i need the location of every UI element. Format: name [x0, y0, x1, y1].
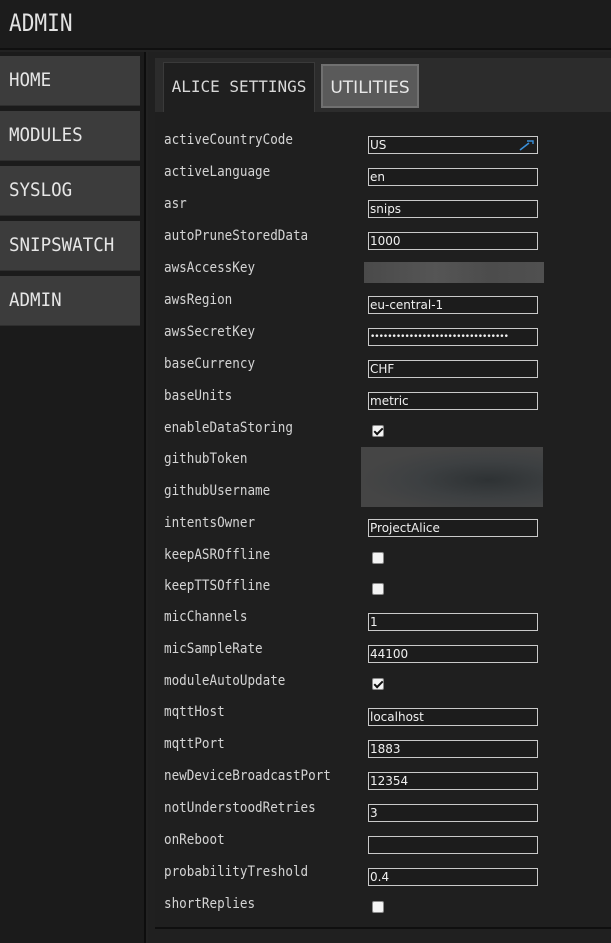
sidebar-item-home[interactable]: HOME: [0, 56, 140, 106]
input-asr[interactable]: snips: [368, 200, 538, 218]
input-intentsOwner[interactable]: ProjectAlice: [368, 519, 538, 537]
input-micChannels[interactable]: 1: [368, 613, 538, 631]
sidebar-item-modules[interactable]: MODULES: [0, 111, 140, 161]
label-autoPruneStoredData: autoPruneStoredData: [164, 228, 309, 244]
redacted-github-credentials[interactable]: [361, 447, 543, 507]
checkbox-moduleAutoUpdate[interactable]: [372, 678, 384, 690]
main-content: ALICE SETTINGS UTILITIES activeCountryCo…: [148, 52, 611, 943]
label-asr: asr: [164, 196, 187, 212]
input-awsRegion[interactable]: eu-central-1: [368, 296, 538, 314]
label-awsRegion: awsRegion: [164, 292, 233, 308]
label-githubUsername: githubUsername: [164, 483, 271, 499]
label-keepASROffline: keepASROffline: [164, 547, 271, 563]
app-title: ADMIN: [9, 9, 73, 37]
tab-label: UTILITIES: [330, 78, 410, 98]
tab-utilities[interactable]: UTILITIES: [321, 64, 419, 108]
input-mqttPort[interactable]: 1883: [368, 740, 538, 758]
sidebar-item-label: MODULES: [9, 124, 83, 146]
redacted-awsAccessKey[interactable]: [364, 262, 544, 283]
label-awsAccessKey: awsAccessKey: [164, 260, 256, 276]
input-awsSecretKey[interactable]: ••••••••••••••••••••••••••••••••: [368, 328, 538, 346]
label-intentsOwner: intentsOwner: [164, 515, 256, 531]
label-mqttPort: mqttPort: [164, 736, 225, 752]
checkbox-keepTTSOffline[interactable]: [372, 583, 384, 595]
checkbox-shortReplies[interactable]: [372, 901, 384, 913]
settings-panel: ALICE SETTINGS UTILITIES activeCountryCo…: [155, 58, 611, 929]
input-newDeviceBroadcastPort[interactable]: 12354: [368, 772, 538, 790]
tab-label: ALICE SETTINGS: [171, 77, 307, 96]
sidebar-item-admin[interactable]: ADMIN: [0, 276, 140, 326]
input-autoPruneStoredData[interactable]: 1000: [368, 232, 538, 250]
label-moduleAutoUpdate: moduleAutoUpdate: [164, 673, 286, 689]
label-micSampleRate: micSampleRate: [164, 641, 263, 657]
label-keepTTSOffline: keepTTSOffline: [164, 578, 271, 594]
label-awsSecretKey: awsSecretKey: [164, 324, 256, 340]
input-activeCountryCode[interactable]: US: [368, 136, 538, 154]
label-enableDataStoring: enableDataStoring: [164, 420, 293, 436]
sidebar: HOME MODULES SYSLOG SNIPSWATCH ADMIN: [0, 52, 146, 943]
tab-strip: ALICE SETTINGS UTILITIES: [155, 58, 611, 112]
label-githubToken: githubToken: [164, 451, 248, 467]
label-micChannels: micChannels: [164, 609, 248, 625]
sidebar-item-label: SYSLOG: [9, 179, 73, 201]
sidebar-item-label: SNIPSWATCH: [9, 234, 115, 256]
input-mqttHost[interactable]: localhost: [368, 708, 538, 726]
top-bar: ADMIN: [0, 0, 611, 50]
label-baseCurrency: baseCurrency: [164, 356, 256, 372]
input-micSampleRate[interactable]: 44100: [368, 645, 538, 663]
input-baseCurrency[interactable]: CHF: [368, 360, 538, 378]
input-probabilityTreshold[interactable]: 0.4: [368, 868, 538, 886]
input-notUnderstoodRetries[interactable]: 3: [368, 804, 538, 822]
label-activeLanguage: activeLanguage: [164, 164, 271, 180]
label-mqttHost: mqttHost: [164, 704, 225, 720]
tab-alice-settings[interactable]: ALICE SETTINGS: [163, 62, 315, 112]
label-onReboot: onReboot: [164, 832, 225, 848]
label-probabilityTreshold: probabilityTreshold: [164, 864, 309, 880]
input-baseUnits[interactable]: metric: [368, 392, 538, 410]
label-newDeviceBroadcastPort: newDeviceBroadcastPort: [164, 768, 331, 784]
label-shortReplies: shortReplies: [164, 896, 256, 912]
settings-form: activeCountryCode US activeLanguage en a…: [155, 112, 611, 927]
sidebar-item-label: ADMIN: [9, 289, 62, 311]
sidebar-item-syslog[interactable]: SYSLOG: [0, 166, 140, 216]
label-activeCountryCode: activeCountryCode: [164, 132, 293, 148]
sidebar-item-snipswatch[interactable]: SNIPSWATCH: [0, 221, 140, 271]
input-onReboot[interactable]: [368, 836, 538, 854]
input-activeLanguage[interactable]: en: [368, 168, 538, 186]
label-notUnderstoodRetries: notUnderstoodRetries: [164, 800, 316, 816]
key-icon[interactable]: [519, 138, 535, 152]
checkbox-keepASROffline[interactable]: [372, 552, 384, 564]
checkbox-enableDataStoring[interactable]: [372, 425, 384, 437]
sidebar-item-label: HOME: [9, 69, 52, 91]
label-baseUnits: baseUnits: [164, 388, 233, 404]
